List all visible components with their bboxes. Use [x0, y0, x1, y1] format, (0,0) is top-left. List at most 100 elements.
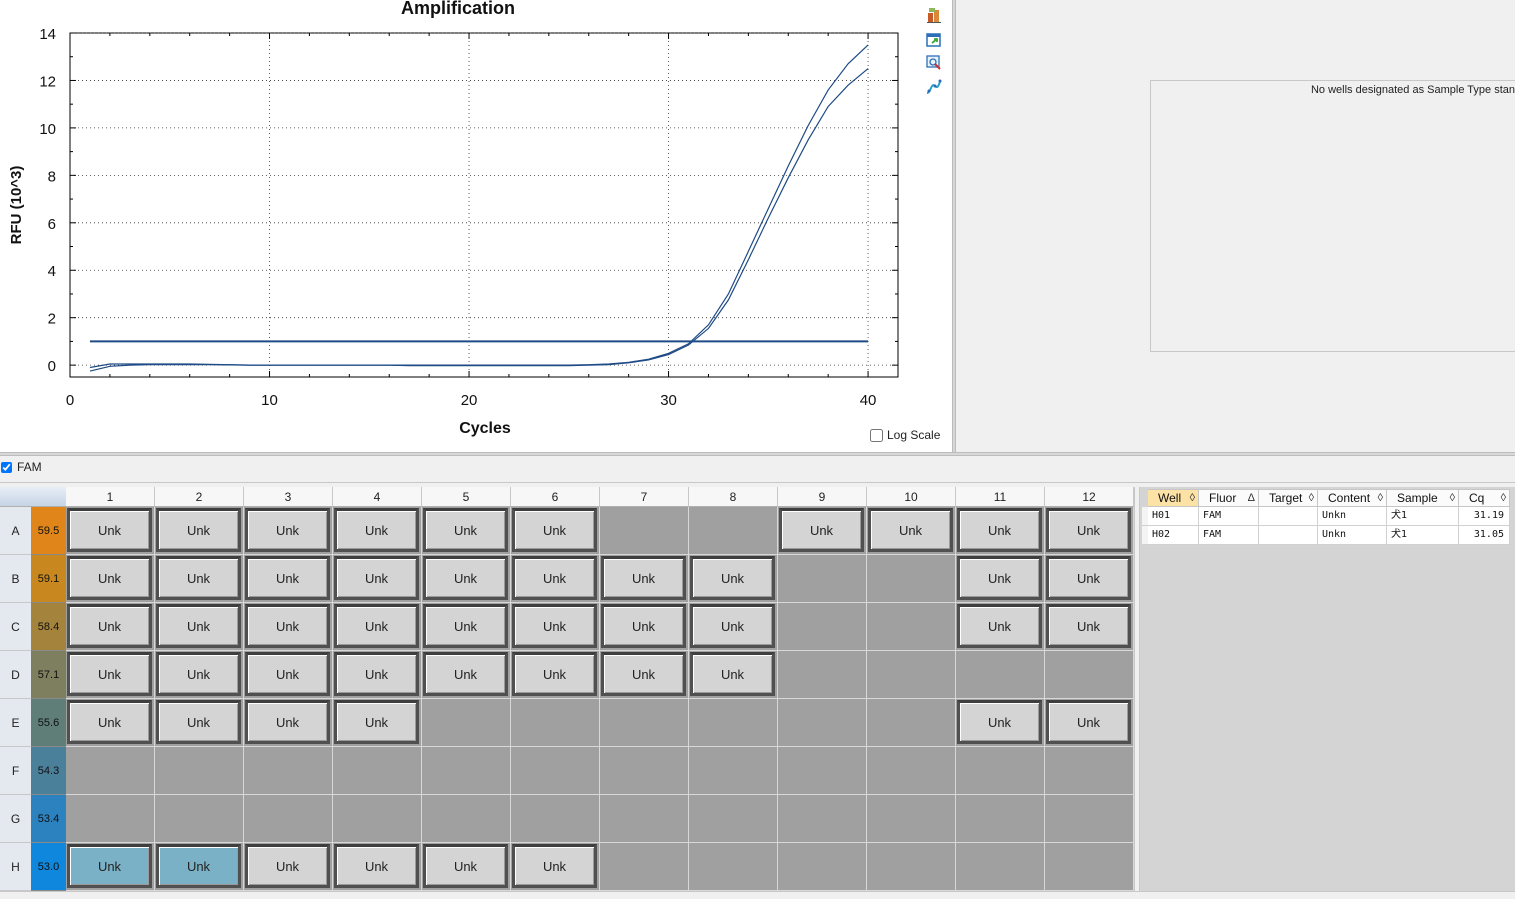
plate-well-E10[interactable] [867, 699, 956, 747]
plate-well-H10[interactable] [867, 843, 956, 891]
plate-well-C10[interactable] [867, 603, 956, 651]
plate-row-header-B[interactable]: B [0, 555, 31, 603]
plate-well-F10[interactable] [867, 747, 956, 795]
results-cell-well[interactable]: H01 [1148, 507, 1199, 526]
plate-well-D1[interactable]: Unk [66, 651, 155, 699]
plate-well-D4[interactable]: Unk [333, 651, 422, 699]
plate-well-B8[interactable]: Unk [689, 555, 778, 603]
plate-well-H9[interactable] [778, 843, 867, 891]
plate-well-D2[interactable]: Unk [155, 651, 244, 699]
plate-well-A2[interactable]: Unk [155, 507, 244, 555]
results-cell-sample[interactable]: 犬1 [1387, 526, 1459, 545]
plate-well-G2[interactable] [155, 795, 244, 843]
plate-well-C8[interactable]: Unk [689, 603, 778, 651]
plate-well-E1[interactable]: Unk [66, 699, 155, 747]
plate-row-header-G[interactable]: G [0, 795, 31, 843]
plate-row-header-D[interactable]: D [0, 651, 31, 699]
results-cell-well[interactable]: H02 [1148, 526, 1199, 545]
plate-well-G9[interactable] [778, 795, 867, 843]
plate-well-A12[interactable]: Unk [1045, 507, 1134, 555]
plate-well-E2[interactable]: Unk [155, 699, 244, 747]
plate-well-C2[interactable]: Unk [155, 603, 244, 651]
plate-well-B5[interactable]: Unk [422, 555, 511, 603]
results-cell-cq[interactable]: 31.05 [1459, 526, 1510, 545]
plate-well-B4[interactable]: Unk [333, 555, 422, 603]
plate-well-G5[interactable] [422, 795, 511, 843]
plate-well-F11[interactable] [956, 747, 1045, 795]
plate-column-header-11[interactable]: 11 [956, 487, 1045, 507]
plate-well-D10[interactable] [867, 651, 956, 699]
plate-row-header-F[interactable]: F [0, 747, 31, 795]
plate-well-A6[interactable]: Unk [511, 507, 600, 555]
plate-well-A11[interactable]: Unk [956, 507, 1045, 555]
plate-well-D7[interactable]: Unk [600, 651, 689, 699]
plate-well-D12[interactable] [1045, 651, 1134, 699]
plate-well-F8[interactable] [689, 747, 778, 795]
plate-well-G1[interactable] [66, 795, 155, 843]
plate-well-F3[interactable] [244, 747, 333, 795]
plate-well-H1[interactable]: Unk [66, 843, 155, 891]
plate-column-header-5[interactable]: 5 [422, 487, 511, 507]
plate-well-E12[interactable]: Unk [1045, 699, 1134, 747]
plate-well-F2[interactable] [155, 747, 244, 795]
plate-well-F6[interactable] [511, 747, 600, 795]
plate-well-G11[interactable] [956, 795, 1045, 843]
plate-column-header-9[interactable]: 9 [778, 487, 867, 507]
results-header-sample[interactable]: Sample ◊ [1387, 489, 1459, 507]
plate-well-F12[interactable] [1045, 747, 1134, 795]
plate-well-C1[interactable]: Unk [66, 603, 155, 651]
plate-row-header-C[interactable]: C [0, 603, 31, 651]
plate-column-header-12[interactable]: 12 [1045, 487, 1134, 507]
results-cell-content[interactable]: Unkn [1318, 507, 1387, 526]
chart-settings-icon[interactable] [925, 6, 943, 24]
plate-well-C7[interactable]: Unk [600, 603, 689, 651]
results-cell-target[interactable] [1259, 507, 1318, 526]
plate-well-H7[interactable] [600, 843, 689, 891]
plate-well-G12[interactable] [1045, 795, 1134, 843]
plate-well-C12[interactable]: Unk [1045, 603, 1134, 651]
plate-row-header-H[interactable]: H [0, 843, 31, 891]
plate-well-C6[interactable]: Unk [511, 603, 600, 651]
plate-well-A9[interactable]: Unk [778, 507, 867, 555]
plate-column-header-10[interactable]: 10 [867, 487, 956, 507]
plate-well-C11[interactable]: Unk [956, 603, 1045, 651]
plate-column-header-7[interactable]: 7 [600, 487, 689, 507]
plate-well-E3[interactable]: Unk [244, 699, 333, 747]
plate-well-G3[interactable] [244, 795, 333, 843]
plate-column-header-1[interactable]: 1 [66, 487, 155, 507]
results-header-well[interactable]: Well ◊ [1148, 489, 1199, 507]
plate-well-B11[interactable]: Unk [956, 555, 1045, 603]
plate-select-all[interactable] [0, 487, 66, 507]
plate-well-E8[interactable] [689, 699, 778, 747]
plate-well-H8[interactable] [689, 843, 778, 891]
plate-column-header-4[interactable]: 4 [333, 487, 422, 507]
plate-well-G6[interactable] [511, 795, 600, 843]
plate-column-header-6[interactable]: 6 [511, 487, 600, 507]
results-cell-target[interactable] [1259, 526, 1318, 545]
plate-well-A5[interactable]: Unk [422, 507, 511, 555]
log-scale-checkbox[interactable] [870, 428, 883, 442]
plate-column-header-3[interactable]: 3 [244, 487, 333, 507]
plate-well-C9[interactable] [778, 603, 867, 651]
plate-well-D11[interactable] [956, 651, 1045, 699]
plate-well-B7[interactable]: Unk [600, 555, 689, 603]
plate-well-C5[interactable]: Unk [422, 603, 511, 651]
plate-well-B6[interactable]: Unk [511, 555, 600, 603]
results-cell-cq[interactable]: 31.19 [1459, 507, 1510, 526]
plate-well-E11[interactable]: Unk [956, 699, 1045, 747]
plate-well-A1[interactable]: Unk [66, 507, 155, 555]
plate-well-C3[interactable]: Unk [244, 603, 333, 651]
plate-well-H6[interactable]: Unk [511, 843, 600, 891]
plate-well-H4[interactable]: Unk [333, 843, 422, 891]
plate-well-D5[interactable]: Unk [422, 651, 511, 699]
results-cell-fluor[interactable]: FAM [1199, 507, 1259, 526]
plate-well-B9[interactable] [778, 555, 867, 603]
plate-well-F9[interactable] [778, 747, 867, 795]
results-cell-content[interactable]: Unkn [1318, 526, 1387, 545]
plate-well-D9[interactable] [778, 651, 867, 699]
plate-well-H2[interactable]: Unk [155, 843, 244, 891]
results-header-cq[interactable]: Cq ◊ [1459, 489, 1510, 507]
plate-well-A8[interactable] [689, 507, 778, 555]
curve-fit-icon[interactable] [925, 78, 943, 96]
plate-well-G8[interactable] [689, 795, 778, 843]
